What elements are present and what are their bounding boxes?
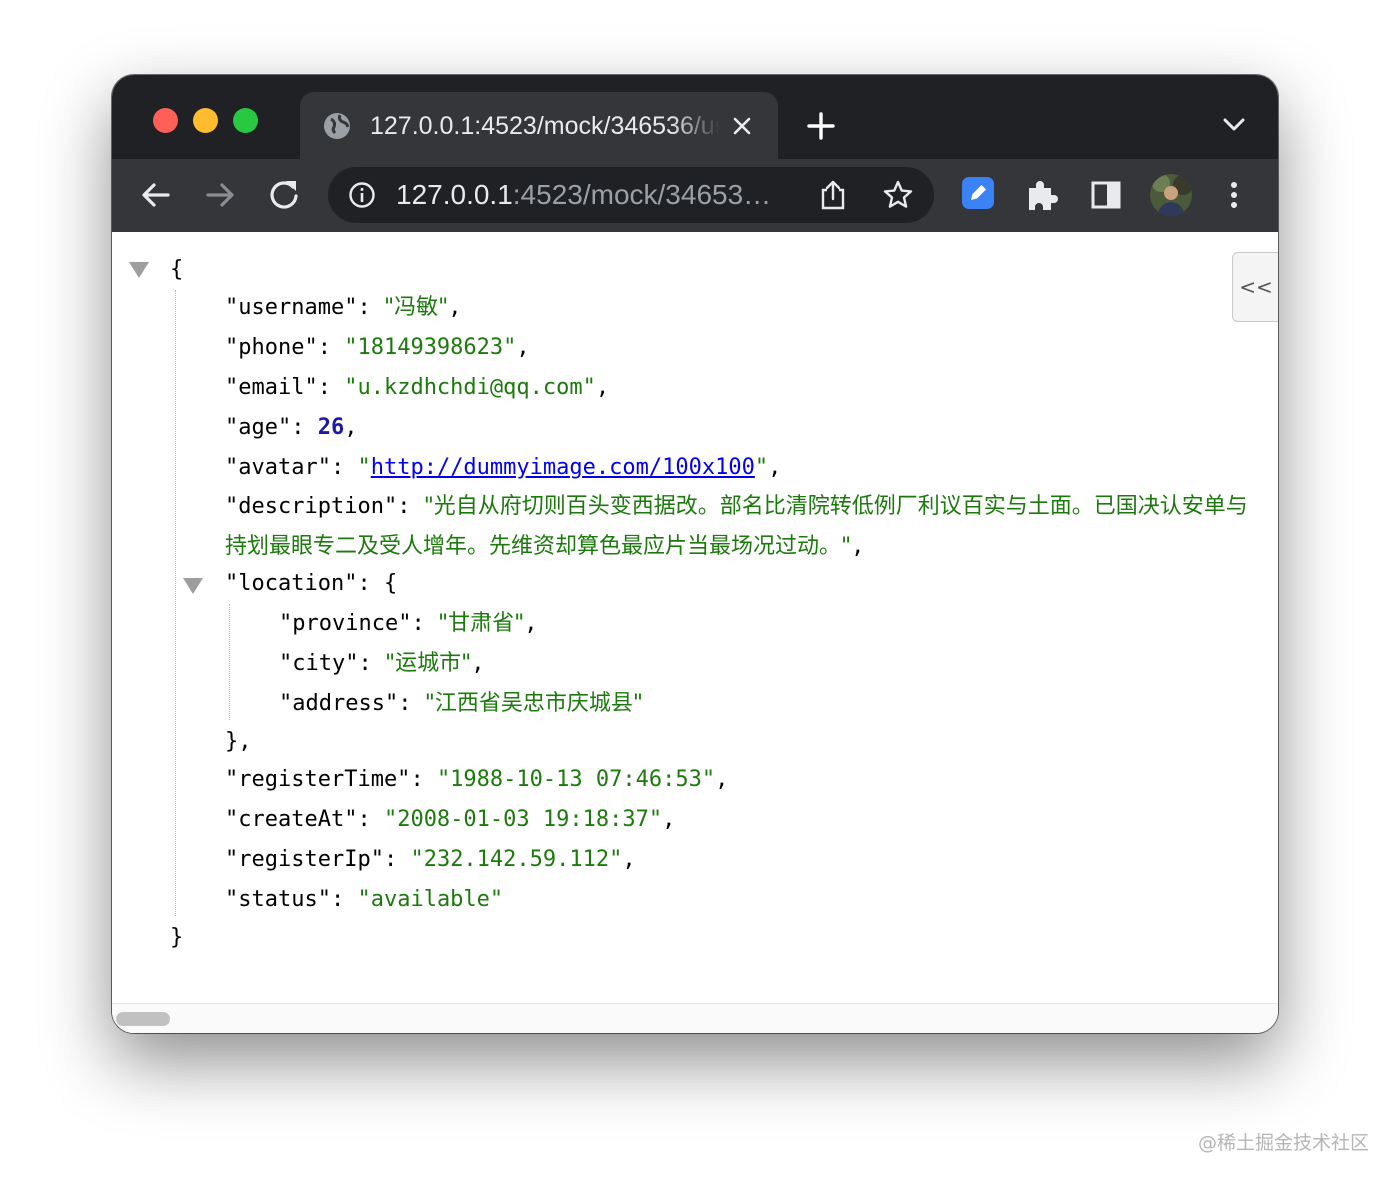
field-province: "province": "甘肃省",: [279, 611, 538, 636]
tab-title: 127.0.0.1:4523/mock/346536/user: [370, 112, 720, 140]
field-city: "city": "运城市",: [279, 651, 485, 676]
puzzle-icon[interactable]: [1024, 177, 1060, 213]
tab-strip: 127.0.0.1:4523/mock/346536/user: [112, 75, 1278, 159]
back-arrow-icon[interactable]: [138, 177, 174, 213]
avatar[interactable]: [1149, 173, 1193, 217]
field-status: "status": "available": [225, 887, 504, 912]
url-text: 127.0.0.1:4523/mock/34653…: [396, 178, 806, 212]
field-phone: "phone": "18149398623",: [225, 335, 530, 360]
plus-icon[interactable]: [807, 112, 835, 140]
url-host: 127.0.0.1: [396, 179, 513, 210]
field-createAt: "createAt": "2008-01-03 19:18:37",: [225, 807, 676, 832]
collapse-location-toggle[interactable]: [183, 578, 203, 594]
field-description: "description": "光自从府切则百头变西据改。部名比清院转低例厂利议…: [225, 494, 1248, 559]
close-icon[interactable]: [732, 116, 752, 136]
watermark: @稀土掘金技术社区: [1198, 1132, 1370, 1154]
location-close-brace: },: [225, 729, 252, 754]
toolbar: 127.0.0.1:4523/mock/34653…: [112, 159, 1278, 232]
address-bar[interactable]: 127.0.0.1:4523/mock/34653…: [328, 167, 934, 223]
collapse-root-toggle[interactable]: [129, 262, 149, 278]
side-panel-icon[interactable]: [1088, 177, 1124, 213]
minimize-window-button[interactable]: [193, 108, 218, 133]
active-tab[interactable]: 127.0.0.1:4523/mock/346536/user: [300, 92, 778, 159]
field-location: "location": {: [225, 571, 398, 596]
json-viewer: { "username": "冯敏", "phone": "1814939862…: [112, 232, 1278, 1033]
field-username: "username": "冯敏",: [225, 295, 462, 320]
globe-icon: [324, 113, 350, 139]
avatar-link[interactable]: http://dummyimage.com/100x100: [371, 455, 755, 480]
extension-pen-icon[interactable]: [960, 175, 996, 211]
root-guide-line: [175, 290, 176, 916]
json-viewer-side-toggle[interactable]: <<: [1232, 252, 1278, 322]
reload-icon[interactable]: [266, 177, 302, 213]
field-age: "age": 26,: [225, 415, 358, 440]
info-icon[interactable]: [348, 181, 376, 209]
root-close-brace: }: [170, 925, 184, 950]
field-address: "address": "江西省吴忠市庆城县": [279, 691, 643, 716]
chevron-down-icon[interactable]: [1222, 117, 1246, 133]
root-open-brace: {: [170, 257, 184, 282]
share-icon[interactable]: [818, 179, 848, 211]
field-registerIp: "registerIp": "232.142.59.112",: [225, 847, 636, 872]
field-registerTime: "registerTime": "1988-10-13 07:46:53",: [225, 767, 729, 792]
forward-arrow-icon[interactable]: [202, 177, 238, 213]
star-icon[interactable]: [882, 179, 914, 211]
horizontal-scrollbar[interactable]: [112, 1003, 1278, 1033]
url-path: :4523/mock/34653…: [512, 179, 772, 210]
kebab-menu-icon[interactable]: [1216, 177, 1252, 213]
close-window-button[interactable]: [153, 108, 178, 133]
field-email: "email": "u.kzdhchdi@qq.com",: [225, 375, 610, 400]
zoom-window-button[interactable]: [233, 108, 258, 133]
field-avatar: "avatar": "http://dummyimage.com/100x100…: [225, 455, 782, 480]
scrollbar-thumb[interactable]: [116, 1012, 170, 1026]
location-guide-line: [229, 604, 230, 720]
browser-window: 127.0.0.1:4523/mock/346536/user 127.0.0.…: [112, 75, 1278, 1033]
